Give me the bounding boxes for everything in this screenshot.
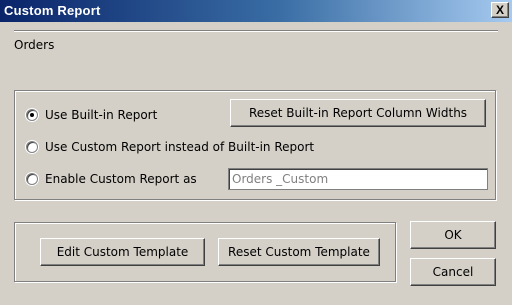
use-builtin-label: Use Built-in Report (45, 108, 158, 122)
close-button[interactable]: X (491, 2, 509, 18)
ok-label: OK (444, 228, 462, 242)
use-custom-radio[interactable] (26, 141, 38, 153)
cancel-button[interactable]: Cancel (410, 258, 496, 286)
title-bar[interactable]: Custom Report X (0, 0, 512, 22)
close-icon: X (495, 3, 504, 17)
reset-column-widths-label: Reset Built-in Report Column Widths (248, 106, 468, 120)
edit-custom-template-label: Edit Custom Template (56, 245, 189, 259)
reset-column-widths-button[interactable]: Reset Built-in Report Column Widths (230, 99, 486, 127)
reset-custom-template-label: Reset Custom Template (228, 245, 370, 259)
header-separator (14, 30, 498, 32)
window-title: Custom Report (4, 3, 101, 18)
enable-custom-radio[interactable] (26, 173, 38, 185)
use-builtin-radio[interactable] (26, 109, 38, 121)
use-custom-label: Use Custom Report instead of Built-in Re… (45, 140, 315, 154)
custom-report-name-field[interactable]: Orders _Custom (228, 168, 488, 190)
cancel-label: Cancel (432, 265, 474, 279)
use-builtin-radio-row[interactable]: Use Built-in Report (26, 108, 157, 122)
use-custom-radio-row[interactable]: Use Custom Report instead of Built-in Re… (26, 140, 314, 154)
report-name-label: Orders (14, 38, 55, 52)
enable-custom-label: Enable Custom Report as (45, 172, 197, 186)
ok-button[interactable]: OK (410, 221, 496, 249)
edit-custom-template-button[interactable]: Edit Custom Template (40, 238, 205, 266)
enable-custom-radio-row[interactable]: Enable Custom Report as (26, 172, 197, 186)
reset-custom-template-button[interactable]: Reset Custom Template (218, 238, 380, 266)
